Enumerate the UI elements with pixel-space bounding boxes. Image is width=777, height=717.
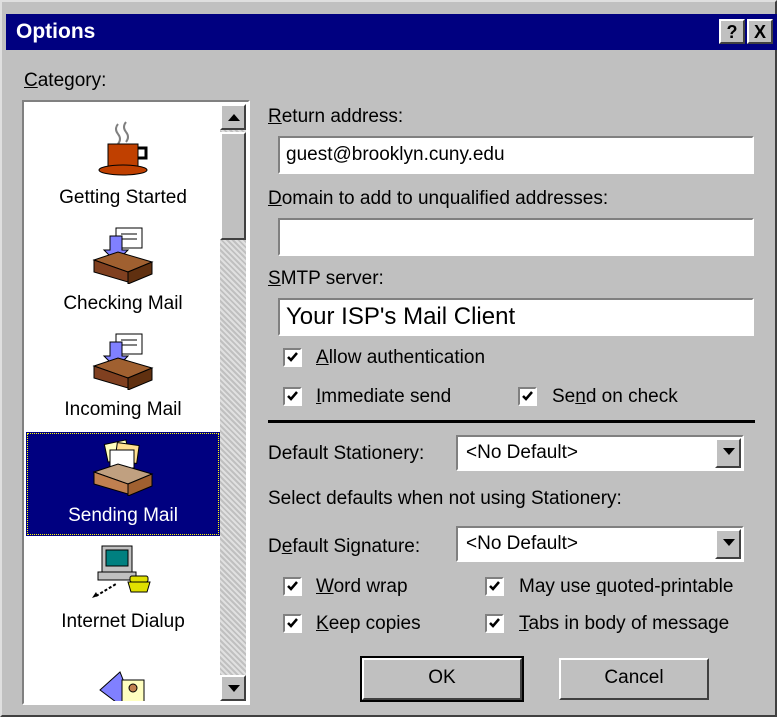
send-on-check-checkbox[interactable] — [518, 387, 537, 406]
default-stationery-value: <No Default> — [466, 442, 578, 463]
chevron-down-icon — [723, 539, 735, 546]
outbox-tray-icon — [92, 439, 154, 496]
default-signature-select[interactable]: <No Default> — [456, 526, 744, 562]
coffee-cup-icon — [98, 121, 148, 176]
arrow-up-icon — [228, 114, 240, 121]
category-list-items: Getting Started Checking Mail Incoming M… — [26, 104, 220, 701]
return-address-label: Return address: — [268, 106, 404, 127]
chevron-down-icon — [723, 448, 735, 455]
word-wrap-label[interactable]: Word wrap — [316, 576, 408, 598]
domain-input[interactable] — [278, 218, 754, 256]
window-title: Options — [16, 20, 96, 43]
checkmark-icon — [522, 391, 533, 401]
default-signature-label: Default Signature: — [268, 536, 421, 557]
scroll-down-button[interactable] — [220, 675, 246, 701]
domain-label: Domain to add to unqualified addresses: — [268, 188, 609, 209]
tabs-in-body-label[interactable]: Tabs in body of message — [519, 613, 729, 635]
default-signature-value: <No Default> — [466, 533, 578, 554]
mailbox-tray-icon — [92, 333, 154, 390]
title-bar[interactable]: Options ? X — [6, 14, 777, 50]
allow-authentication-checkbox[interactable] — [283, 348, 302, 367]
cancel-button[interactable]: Cancel — [559, 658, 709, 700]
category-item-label: Internet Dialup — [61, 611, 185, 632]
computer-phone-icon — [92, 545, 151, 598]
default-stationery-label: Default Stationery: — [268, 443, 425, 464]
send-on-check-label[interactable]: Send on check — [552, 386, 678, 408]
category-list[interactable]: Getting Started Checking Mail Incoming M… — [22, 100, 250, 705]
checkmark-icon — [489, 618, 500, 628]
dropdown-button[interactable] — [715, 438, 741, 468]
keep-copies-checkbox[interactable] — [283, 614, 302, 633]
category-scrollbar[interactable] — [220, 104, 246, 701]
stationery-hint: Select defaults when not using Stationer… — [268, 488, 622, 509]
immediate-send-checkbox[interactable] — [283, 387, 302, 406]
scroll-thumb[interactable] — [220, 132, 246, 240]
scroll-up-button[interactable] — [220, 104, 246, 130]
options-dialog: Options ? X Category: Getting Started Ch… — [0, 0, 777, 717]
return-address-input[interactable]: guest@brooklyn.cuny.edu — [278, 136, 754, 174]
category-item-incoming-mail[interactable]: Incoming Mail — [26, 326, 220, 430]
checkmark-icon — [489, 581, 500, 591]
smtp-server-input[interactable]: Your ISP's Mail Client — [278, 298, 754, 336]
keep-copies-label[interactable]: Keep copies — [316, 613, 421, 635]
category-item-sending-mail[interactable]: Sending Mail — [26, 432, 220, 536]
quoted-printable-label[interactable]: May use quoted-printable — [519, 576, 733, 598]
quoted-printable-checkbox[interactable] — [485, 577, 504, 596]
default-stationery-select[interactable]: <No Default> — [456, 435, 744, 471]
category-label: Category: — [24, 70, 107, 91]
category-item-getting-started[interactable]: Getting Started — [26, 114, 220, 218]
arrow-down-icon — [228, 685, 240, 692]
category-item-label: Incoming Mail — [64, 399, 182, 420]
checkmark-icon — [287, 352, 298, 362]
help-button[interactable]: ? — [719, 19, 745, 44]
word-wrap-checkbox[interactable] — [283, 577, 302, 596]
allow-authentication-label[interactable]: Allow authentication — [316, 347, 485, 369]
checkmark-icon — [287, 618, 298, 628]
category-item-internet-dialup[interactable]: Internet Dialup — [26, 538, 220, 642]
dropdown-button[interactable] — [715, 529, 741, 559]
mailbox-tray-icon — [92, 227, 154, 284]
smtp-server-label: SMTP server: — [268, 268, 384, 289]
section-divider — [268, 420, 755, 423]
checkmark-icon — [287, 581, 298, 591]
tabs-in-body-checkbox[interactable] — [485, 614, 504, 633]
category-item-checking-mail[interactable]: Checking Mail — [26, 220, 220, 324]
address-book-icon — [99, 671, 145, 701]
immediate-send-label[interactable]: Immediate send — [316, 386, 451, 408]
close-button[interactable]: X — [747, 19, 773, 44]
ok-button[interactable]: OK — [360, 656, 524, 702]
category-item-partial[interactable] — [26, 644, 220, 701]
category-item-label: Checking Mail — [63, 293, 183, 314]
category-item-label: Getting Started — [59, 187, 187, 208]
checkmark-icon — [287, 391, 298, 401]
category-item-label: Sending Mail — [68, 505, 178, 526]
